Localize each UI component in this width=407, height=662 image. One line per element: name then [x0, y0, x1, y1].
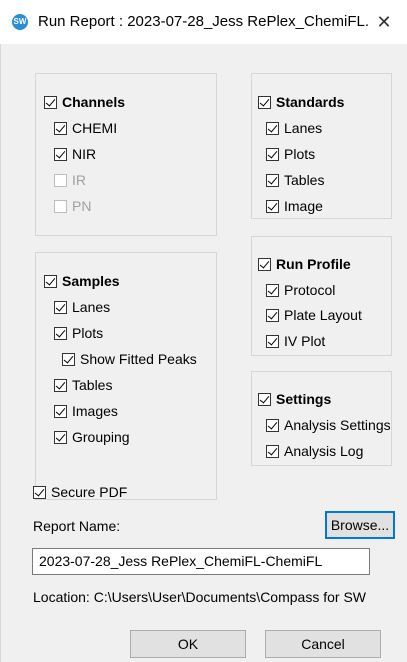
- run-profile-group: Run Profile Protocol Plate Layout IV Plo…: [251, 236, 392, 356]
- settings-group: Settings Analysis Settings Analysis Log: [251, 371, 392, 466]
- report-name-label: Report Name:: [33, 518, 121, 534]
- channel-nir-checkbox[interactable]: NIR: [54, 144, 96, 164]
- settings-header-label: Settings: [276, 391, 332, 407]
- report-name-field[interactable]: 2023-07-28_Jess RePlex_ChemiFL-ChemiFL: [32, 548, 370, 575]
- samples-grouping-label: Grouping: [72, 429, 130, 445]
- samples-tables-checkbox[interactable]: Tables: [54, 375, 112, 395]
- channels-group: Channels CHEMI NIR IR PN: [35, 73, 217, 236]
- analysis-settings-checkbox[interactable]: Analysis Settings: [266, 415, 393, 435]
- cancel-button[interactable]: Cancel: [265, 630, 381, 658]
- channels-checkbox[interactable]: Channels: [44, 92, 125, 112]
- run-profile-header-label: Run Profile: [276, 256, 351, 272]
- samples-plots-checkbox[interactable]: Plots: [54, 323, 103, 343]
- checkbox-box: [258, 95, 271, 109]
- title-bar: SW Run Report : 2023-07-28_Jess RePlex_C…: [0, 0, 407, 44]
- settings-checkbox[interactable]: Settings: [258, 389, 331, 409]
- samples-images-label: Images: [72, 403, 118, 419]
- iv-plot-checkbox[interactable]: IV Plot: [266, 331, 325, 351]
- samples-checkbox[interactable]: Samples: [44, 271, 120, 291]
- close-icon[interactable]: ✕: [361, 0, 407, 44]
- checkbox-box: [258, 392, 271, 406]
- checkbox-box: [33, 485, 46, 499]
- channel-pn-label: PN: [72, 198, 92, 214]
- standards-plots-label: Plots: [284, 146, 316, 162]
- analysis-log-checkbox[interactable]: Analysis Log: [266, 441, 363, 461]
- samples-plots-label: Plots: [72, 325, 104, 341]
- standards-image-checkbox[interactable]: Image: [266, 196, 323, 216]
- samples-group: Samples Lanes Plots Show Fitted Peaks Ta…: [35, 252, 217, 500]
- checkbox-box: [266, 121, 279, 135]
- checkbox-box: [54, 147, 67, 161]
- checkbox-box: [54, 326, 67, 340]
- checkbox-box: [54, 173, 67, 187]
- channel-chemi-checkbox[interactable]: CHEMI: [54, 118, 117, 138]
- iv-plot-label: IV Plot: [284, 333, 326, 349]
- analysis-log-label: Analysis Log: [284, 443, 364, 459]
- protocol-label: Protocol: [284, 282, 336, 298]
- checkbox-box: [266, 444, 279, 458]
- checkbox-box: [266, 147, 279, 161]
- checkbox-box: [54, 199, 67, 213]
- location-text: Location: C:\Users\User\Documents\Compas…: [33, 589, 366, 605]
- checkbox-box: [258, 257, 271, 271]
- samples-lanes-label: Lanes: [72, 299, 111, 315]
- checkbox-box: [54, 404, 67, 418]
- checkbox-box: [44, 274, 57, 288]
- checkbox-box: [266, 173, 279, 187]
- plate-layout-label: Plate Layout: [284, 307, 362, 323]
- standards-header-label: Standards: [276, 94, 345, 110]
- standards-image-label: Image: [284, 198, 323, 214]
- checkbox-box: [54, 430, 67, 444]
- checkbox-box: [54, 300, 67, 314]
- run-profile-checkbox[interactable]: Run Profile: [258, 254, 351, 274]
- channels-header-label: Channels: [62, 94, 126, 110]
- samples-lanes-checkbox[interactable]: Lanes: [54, 297, 110, 317]
- standards-lanes-label: Lanes: [284, 120, 323, 136]
- protocol-checkbox[interactable]: Protocol: [266, 280, 335, 300]
- window-title: Run Report : 2023-07-28_Jess RePlex_Chem…: [38, 13, 368, 30]
- channel-chemi-label: CHEMI: [72, 120, 118, 136]
- standards-tables-label: Tables: [284, 172, 325, 188]
- checkbox-box: [266, 308, 279, 322]
- show-fitted-peaks-checkbox[interactable]: Show Fitted Peaks: [62, 349, 197, 369]
- standards-tables-checkbox[interactable]: Tables: [266, 170, 324, 190]
- standards-lanes-checkbox[interactable]: Lanes: [266, 118, 322, 138]
- dialog-body: Channels CHEMI NIR IR PN Standards Lanes: [0, 44, 407, 662]
- standards-checkbox[interactable]: Standards: [258, 92, 344, 112]
- samples-tables-label: Tables: [72, 377, 113, 393]
- checkbox-box: [266, 199, 279, 213]
- checkbox-box: [44, 95, 57, 109]
- channel-pn-checkbox: PN: [54, 196, 91, 216]
- channel-ir-label: IR: [72, 172, 86, 188]
- plate-layout-checkbox[interactable]: Plate Layout: [266, 305, 362, 325]
- samples-header-label: Samples: [62, 273, 120, 289]
- browse-button[interactable]: Browse...: [325, 511, 395, 539]
- analysis-settings-label: Analysis Settings: [284, 417, 391, 433]
- standards-plots-checkbox[interactable]: Plots: [266, 144, 315, 164]
- checkbox-box: [62, 352, 75, 366]
- samples-images-checkbox[interactable]: Images: [54, 401, 118, 421]
- ok-button[interactable]: OK: [130, 630, 246, 658]
- app-icon: SW: [12, 14, 28, 30]
- secure-pdf-checkbox[interactable]: Secure PDF: [33, 482, 127, 502]
- channel-nir-label: NIR: [72, 146, 97, 162]
- show-fitted-peaks-label: Show Fitted Peaks: [80, 351, 197, 367]
- secure-pdf-label: Secure PDF: [51, 484, 128, 500]
- channel-ir-checkbox: IR: [54, 170, 86, 190]
- checkbox-box: [54, 121, 67, 135]
- checkbox-box: [54, 378, 67, 392]
- standards-group: Standards Lanes Plots Tables Image: [251, 73, 392, 219]
- checkbox-box: [266, 418, 279, 432]
- samples-grouping-checkbox[interactable]: Grouping: [54, 427, 130, 447]
- checkbox-box: [266, 334, 279, 348]
- checkbox-box: [266, 283, 279, 297]
